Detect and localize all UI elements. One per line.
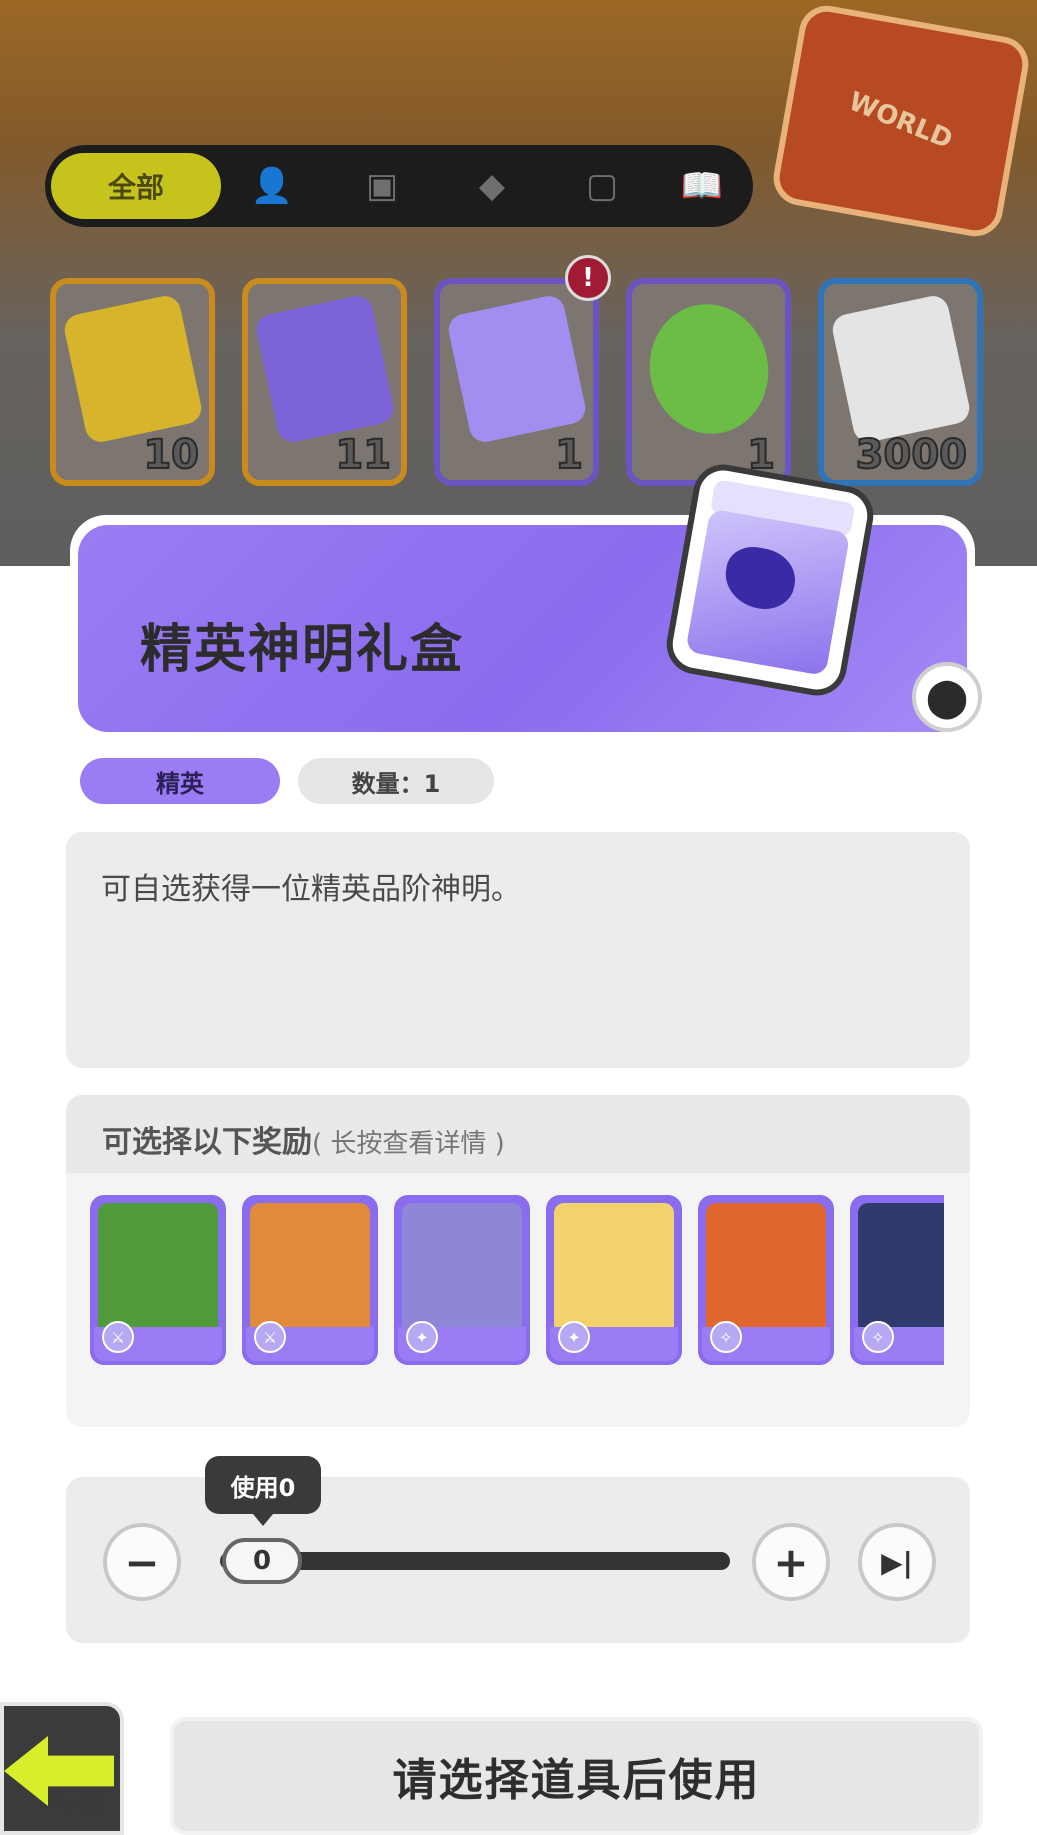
item-card-green-cup[interactable]: 1 (626, 278, 791, 486)
sword-icon: ⚔ (254, 1321, 286, 1353)
sword-icon: ⚔ (102, 1321, 134, 1353)
purple-ticket-icon (253, 293, 397, 445)
tab-cards[interactable]: ▢ (557, 153, 647, 219)
item-card-elite-god-box[interactable]: 1 (434, 278, 599, 486)
reward-hero-card[interactable]: ✦ (546, 1195, 682, 1365)
reward-hero-card[interactable]: ✧ (698, 1195, 834, 1365)
gun-icon: ✦ (406, 1321, 438, 1353)
rewards-header: 可选择以下奖励( 长按查看详情 ) (66, 1095, 970, 1173)
reward-hero-card[interactable]: ✦ (394, 1195, 530, 1365)
quantity-badge: 数量：1 (298, 758, 494, 804)
reward-hero-card[interactable]: ✧ (850, 1195, 944, 1365)
hero-portrait (250, 1203, 370, 1335)
rewards-title-text: 可选择以下奖励 (102, 1125, 312, 1160)
hero-portrait (554, 1203, 674, 1335)
tab-all[interactable]: 全部 (51, 153, 221, 219)
tab-tickets[interactable]: ◆ (447, 153, 537, 219)
item-count: 11 (334, 431, 392, 479)
hero-portrait (706, 1203, 826, 1335)
tab-boxes[interactable]: ▣ (337, 153, 427, 219)
person-icon: 👤 (250, 166, 294, 206)
use-count-tooltip: 使用0 (205, 1456, 321, 1526)
staff-icon: ✧ (862, 1321, 894, 1353)
rewards-hint: ( 长按查看详情 ) (312, 1129, 505, 1159)
bag-decoration-text: WORLD (844, 86, 957, 156)
gift-box-icon (668, 466, 872, 694)
card-icon: ▢ (585, 166, 619, 206)
skip-to-max-icon: ▶| (881, 1545, 913, 1579)
new-item-alert-icon: ! (565, 255, 611, 301)
item-count: 3000 (855, 431, 968, 479)
hero-portrait (402, 1203, 522, 1335)
reward-list[interactable]: ⚔ ⚔ ✦ ✦ ✧ ✧ (90, 1195, 944, 1375)
tab-character[interactable]: 👤 (227, 153, 317, 219)
item-count: 1 (746, 431, 776, 479)
item-count: 1 (554, 431, 584, 479)
box-icon: ▣ (365, 166, 399, 206)
yellow-ticket-icon (61, 293, 205, 445)
max-button[interactable]: ▶| (858, 1523, 936, 1601)
decrease-button[interactable]: − (103, 1523, 181, 1601)
item-card-purple-ticket[interactable]: 11 (242, 278, 407, 486)
hero-portrait (858, 1203, 944, 1335)
increase-button[interactable]: + (752, 1523, 830, 1601)
back-label: BACK (50, 1794, 105, 1815)
staff-icon: ✧ (710, 1321, 742, 1353)
ticket-icon: ◆ (478, 166, 506, 206)
location-pin-icon: ⬤ (925, 675, 969, 719)
rewards-title: 可选择以下奖励( 长按查看详情 ) (102, 1117, 505, 1161)
locate-button[interactable]: ⬤ (912, 662, 982, 732)
paint-tube-icon (829, 293, 973, 445)
minus-icon: − (124, 1537, 160, 1587)
use-item-button[interactable]: 请选择道具后使用 (170, 1717, 983, 1835)
item-card-paint-tube[interactable]: 3000 (818, 278, 983, 486)
book-icon: 📖 (680, 166, 724, 206)
cup-icon (637, 293, 781, 445)
item-count: 10 (142, 431, 200, 479)
quantity-slider-thumb[interactable]: 0 (222, 1538, 302, 1584)
gift-box-icon (445, 293, 589, 445)
reward-hero-card[interactable]: ⚔ (242, 1195, 378, 1365)
reward-hero-card[interactable]: ⚔ (90, 1195, 226, 1365)
description-box: 可自选获得一位精英品阶神明。 (66, 832, 970, 1068)
plus-icon: + (773, 1537, 809, 1587)
bag-decoration: WORLD (769, 1, 1033, 241)
back-button[interactable]: BACK (0, 1702, 124, 1835)
item-title: 精英神明礼盒 (140, 620, 465, 680)
tab-books[interactable]: 📖 (657, 153, 747, 219)
category-tab-bar: 全部 👤 ▣ ◆ ▢ 📖 (45, 145, 753, 227)
rarity-badge: 精英 (80, 758, 280, 804)
gun-icon: ✦ (558, 1321, 590, 1353)
item-card-yellow-ticket[interactable]: 10 (50, 278, 215, 486)
hero-portrait (98, 1203, 218, 1335)
item-description: 可自选获得一位精英品阶神明。 (101, 872, 521, 907)
rewards-box: 可选择以下奖励( 长按查看详情 ) ⚔ ⚔ ✦ ✦ ✧ ✧ (66, 1095, 970, 1427)
